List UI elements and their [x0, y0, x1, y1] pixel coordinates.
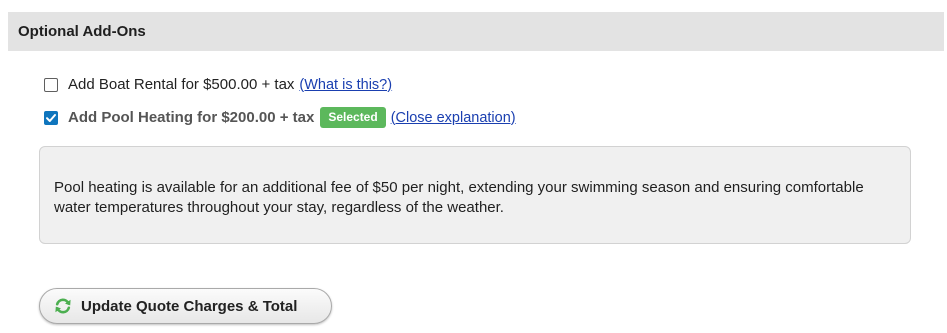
addon-pool-heating: Add Pool Heating for $200.00 + tax Selec…: [44, 107, 516, 128]
update-quote-label: Update Quote Charges & Total: [81, 297, 298, 315]
section-title: Optional Add-Ons: [18, 23, 146, 40]
update-quote-button[interactable]: Update Quote Charges & Total: [39, 288, 332, 324]
boat-rental-label[interactable]: Add Boat Rental for $500.00 + tax: [68, 76, 294, 93]
selected-badge: Selected: [320, 107, 386, 128]
section-header: Optional Add-Ons: [8, 12, 944, 51]
what-is-this-link[interactable]: (What is this?): [299, 77, 392, 93]
pool-heating-label[interactable]: Add Pool Heating for $200.00 + tax: [68, 109, 314, 126]
boat-rental-checkbox[interactable]: [44, 77, 58, 92]
pool-heating-checkbox[interactable]: [44, 110, 58, 125]
close-explanation-link[interactable]: (Close explanation): [391, 110, 516, 126]
explanation-text: Pool heating is available for an additio…: [54, 179, 864, 216]
checkmark-icon: [46, 113, 56, 122]
pool-heating-explanation: Pool heating is available for an additio…: [39, 146, 911, 244]
refresh-icon: [53, 296, 73, 316]
addon-boat-rental: Add Boat Rental for $500.00 + tax (What …: [44, 76, 392, 93]
